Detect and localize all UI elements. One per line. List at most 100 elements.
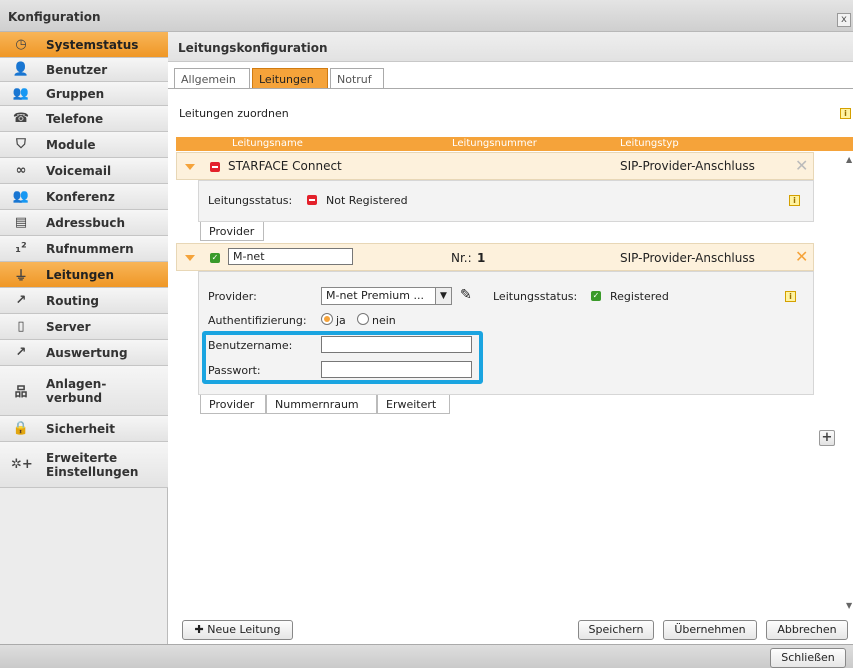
sidebar-item-benutzer[interactable]: 👤 Benutzer [0, 58, 168, 82]
shield-icon: ⛉ [16, 137, 26, 152]
sidebar-item-label: Benutzer [46, 62, 108, 77]
status-label: Leitungsstatus: [493, 290, 578, 303]
cancel-button[interactable]: Abbrechen [766, 620, 848, 640]
auth-ja-label: ja [336, 314, 346, 327]
sidebar-item-server[interactable]: ▯ Server [0, 314, 168, 340]
sidebar-item-adressbuch[interactable]: ▤ Adressbuch [0, 210, 168, 236]
column-leitungsname: Leitungsname [232, 138, 303, 149]
status-value: Registered [610, 290, 669, 303]
conference-icon: 👥 [12, 189, 30, 204]
status-red-icon [210, 162, 220, 172]
network-icon: 品 [14, 385, 28, 400]
sidebar-item-label: Gruppen [46, 86, 105, 101]
chevron-down-icon[interactable] [185, 164, 195, 170]
column-leitungsnummer: Leitungsnummer [452, 138, 537, 149]
sidebar-item-routing[interactable]: ↗ Routing [0, 288, 168, 314]
status-label: Leitungsstatus: [208, 194, 293, 207]
tab-leitungen[interactable]: Leitungen [252, 68, 328, 88]
sidebar-item-anlagenverbund[interactable]: 品 Anlagen- verbund [0, 366, 168, 416]
subtab-provider[interactable]: Provider [200, 395, 266, 414]
sidebar-item-label: Rufnummern [46, 241, 134, 256]
tab-allgemein[interactable]: Allgemein [174, 68, 250, 88]
add-line-icon[interactable]: + [819, 430, 835, 446]
sidebar-item-leitungen[interactable]: ⏚ Leitungen [0, 262, 168, 288]
routing-icon: ↗ [15, 293, 27, 308]
apply-button[interactable]: Übernehmen [663, 620, 757, 640]
line1-details-panel: Leitungsstatus: Not Registered i [198, 180, 814, 222]
line-row-starface[interactable]: STARFACE Connect SIP-Provider-Anschluss … [176, 152, 814, 180]
server-icon: ▯ [17, 319, 25, 334]
tab-divider [168, 88, 853, 89]
section-title: Leitungen zuordnen [179, 107, 289, 120]
sidebar-item-label: Adressbuch [46, 215, 126, 230]
auth-radio-nein[interactable] [357, 313, 369, 325]
line-name-input[interactable]: M-net [228, 248, 353, 265]
new-line-button[interactable]: ✚ Neue Leitung [182, 620, 293, 640]
provider-select[interactable]: M-net Premium ... ▼ [321, 287, 452, 305]
sidebar-item-telefone[interactable]: ☎ Telefone [0, 106, 168, 132]
status-red-icon [307, 195, 317, 205]
phone-icon: ☎ [12, 111, 30, 126]
chevron-down-icon[interactable] [185, 255, 195, 261]
scroll-up-icon[interactable]: ▲ [846, 155, 852, 164]
sidebar-item-label: Anlagen- verbund [46, 376, 107, 405]
window-close-button[interactable]: x [837, 13, 851, 27]
sidebar-item-label: Erweiterte Einstellungen [46, 450, 139, 479]
sidebar-item-label: Konferenz [46, 189, 115, 204]
delete-line-icon[interactable]: ✕ [795, 158, 808, 174]
edit-pencil-icon[interactable]: ✎ [460, 287, 472, 303]
auth-nein-label: nein [372, 314, 396, 327]
chart-icon: ↗ [15, 345, 27, 360]
subtab-erweitert[interactable]: Erweitert [377, 395, 450, 414]
status-value: Not Registered [326, 194, 408, 207]
sidebar-item-label: Server [46, 319, 91, 334]
line-name: STARFACE Connect [228, 159, 342, 173]
sidebar-item-erweiterte-einstellungen[interactable]: ✲+ Erweiterte Einstellungen [0, 442, 168, 488]
sidebar-item-label: Auswertung [46, 345, 128, 360]
provider-label: Provider: [208, 290, 257, 303]
subtab-nummernraum[interactable]: Nummernraum [266, 395, 377, 414]
sidebar-item-label: Voicemail [46, 163, 112, 178]
sidebar-item-label: Module [46, 137, 96, 152]
status-bar: Schließen [0, 644, 853, 668]
sidebar-item-konferenz[interactable]: 👥 Konferenz [0, 184, 168, 210]
clock-icon: ◷ [15, 37, 27, 52]
plug-icon: ⏚ [14, 269, 28, 284]
sidebar: ◷ Systemstatus 👤 Benutzer 👥 Gruppen ☎ Te… [0, 32, 168, 644]
line-number-value: 1 [477, 251, 486, 265]
save-button[interactable]: Speichern [578, 620, 654, 640]
status-green-icon: ✓ [210, 253, 220, 263]
tab-notruf[interactable]: Notruf [330, 68, 384, 88]
sidebar-item-systemstatus[interactable]: ◷ Systemstatus [0, 32, 168, 58]
sidebar-item-auswertung[interactable]: ↗ Auswertung [0, 340, 168, 366]
page-title: Leitungskonfiguration [178, 41, 328, 55]
auth-radio-ja[interactable] [321, 313, 333, 325]
scroll-down-icon[interactable]: ▼ [846, 601, 852, 610]
info-icon[interactable]: i [785, 291, 796, 302]
info-icon[interactable]: i [789, 195, 800, 206]
sidebar-item-rufnummern[interactable]: ₁² Rufnummern [0, 236, 168, 262]
info-icon[interactable]: i [840, 108, 851, 119]
sidebar-item-label: Leitungen [46, 267, 114, 282]
line-row-mnet[interactable]: ✓ M-net Nr.: 1 SIP-Provider-Anschluss ✕ [176, 243, 814, 271]
addressbook-icon: ▤ [14, 215, 28, 230]
close-button[interactable]: Schließen [770, 648, 846, 668]
delete-line-icon[interactable]: ✕ [795, 249, 808, 265]
chevron-down-icon: ▼ [435, 288, 451, 304]
sidebar-item-module[interactable]: ⛉ Module [0, 132, 168, 158]
sidebar-item-label: Telefone [46, 111, 104, 126]
column-leitungstyp: Leitungstyp [620, 138, 679, 149]
sidebar-item-label: Routing [46, 293, 100, 308]
sidebar-item-label: Systemstatus [46, 37, 139, 52]
sidebar-item-label: Sicherheit [46, 421, 115, 436]
sidebar-item-voicemail[interactable]: ∞ Voicemail [0, 158, 168, 184]
provider-select-value: M-net Premium ... [326, 289, 424, 302]
sidebar-item-sicherheit[interactable]: 🔒 Sicherheit [0, 416, 168, 442]
numbers-icon: ₁² [15, 241, 27, 256]
close-icon: x [841, 14, 847, 25]
subtab-provider[interactable]: Provider [200, 222, 264, 241]
window-title: Konfiguration [8, 10, 101, 24]
auth-label: Authentifizierung: [208, 314, 307, 327]
sidebar-item-gruppen[interactable]: 👥 Gruppen [0, 82, 168, 106]
scrollbar[interactable]: ▲ ▼ [846, 155, 853, 610]
